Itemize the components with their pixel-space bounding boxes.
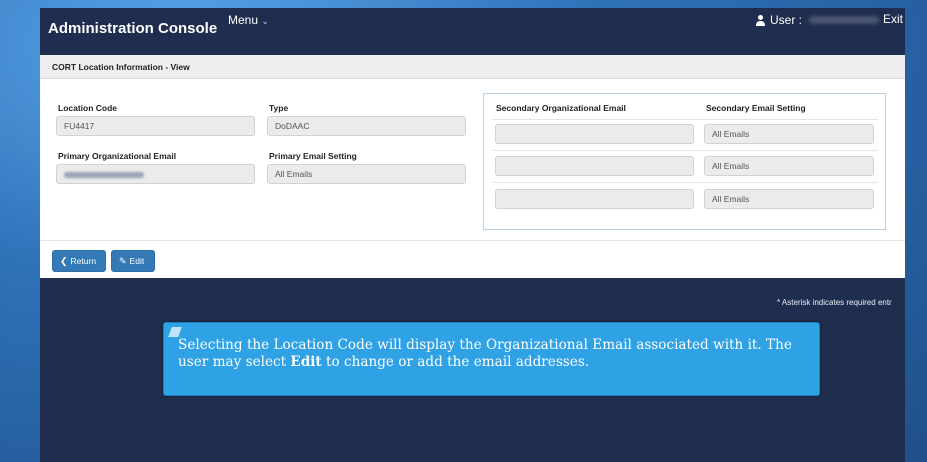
location-code-field[interactable]: FU4417 [56,116,255,136]
secondary-setting-label: Secondary Email Setting [706,103,806,113]
panel-footer: ❮ Return ✎ Edit [40,240,905,278]
type-label: Type [269,103,289,113]
menu-label: Menu [228,13,259,27]
return-button[interactable]: ❮ Return [52,250,106,272]
secondary-email-group: Secondary Organizational Email Secondary… [483,93,886,230]
callout-text-part: to change or add the email addresses. [321,354,590,370]
panel-title: CORT Location Information - View [40,55,905,79]
divider [492,150,878,151]
type-field[interactable]: DoDAAC [267,116,466,136]
app-brand[interactable]: Administration Console [48,20,217,37]
location-info-panel: CORT Location Information - View Locatio… [40,55,905,278]
secondary-email-field-3[interactable] [495,189,694,209]
callout-bold: Edit [290,354,322,370]
tutorial-callout: Selecting the Location Code will display… [163,322,820,396]
chevron-left-icon: ❮ [60,256,68,266]
edit-button[interactable]: ✎ Edit [111,250,155,272]
exit-link[interactable]: Exit [883,12,903,26]
primary-email-setting-label: Primary Email Setting [269,151,357,161]
top-navbar: Administration Console Menu ⌄ User : Exi… [40,8,905,55]
divider [492,119,878,120]
app-window: Administration Console Menu ⌄ User : Exi… [40,8,905,462]
secondary-email-label: Secondary Organizational Email [496,103,626,113]
user-icon [755,14,766,26]
redacted-email [64,171,144,178]
return-label: Return [70,256,97,266]
location-code-label: Location Code [58,103,118,113]
secondary-setting-field-1[interactable]: All Emails [704,124,874,144]
required-note: * Asterisk indicates required entr [777,298,892,307]
user-name-redacted [809,16,880,24]
menu-dropdown[interactable]: Menu ⌄ [228,13,269,27]
primary-email-setting-field[interactable]: All Emails [267,164,466,184]
edit-label: Edit [129,256,145,266]
callout-text: Selecting the Location Code will display… [178,337,808,371]
chevron-down-icon: ⌄ [261,16,269,26]
secondary-email-field-1[interactable] [495,124,694,144]
pencil-icon: ✎ [119,256,127,266]
primary-email-field[interactable] [56,164,255,184]
secondary-setting-field-2[interactable]: All Emails [704,156,874,176]
divider [492,182,878,183]
primary-email-label: Primary Organizational Email [58,151,177,161]
user-label: User : [770,13,803,27]
secondary-email-field-2[interactable] [495,156,694,176]
user-menu[interactable]: User : [755,13,880,27]
secondary-setting-field-3[interactable]: All Emails [704,189,874,209]
